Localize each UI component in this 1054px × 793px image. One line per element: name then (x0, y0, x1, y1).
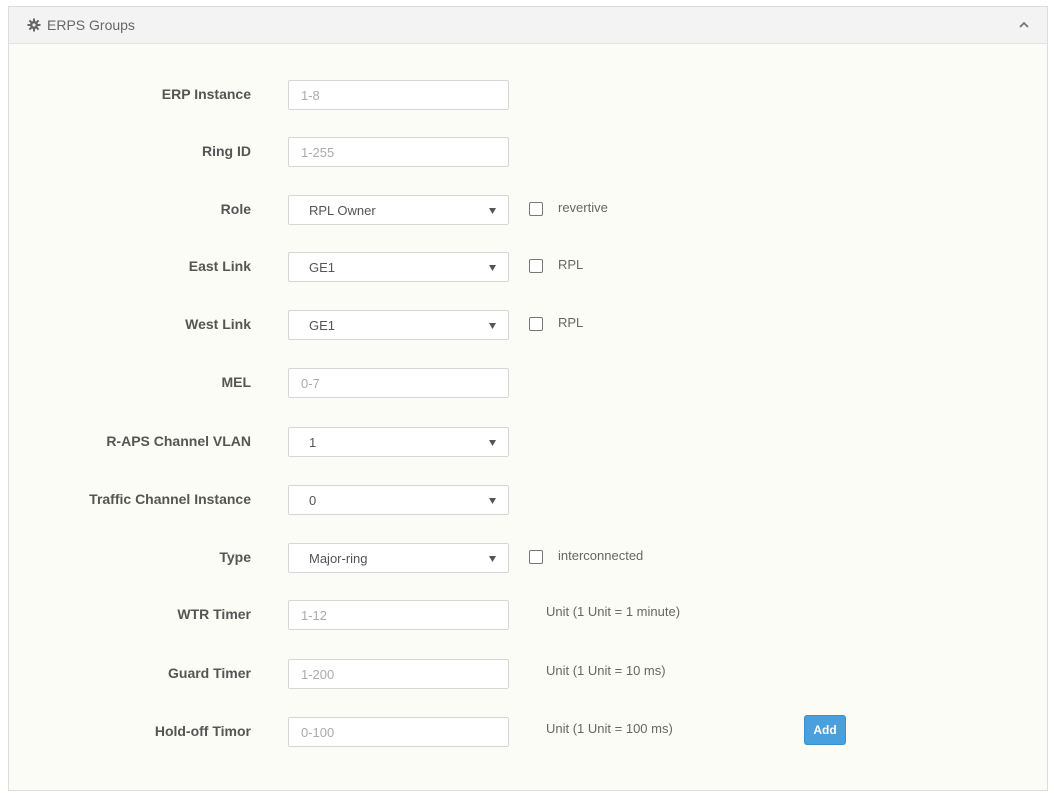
interconnected-checkbox[interactable] (529, 550, 543, 564)
raps-vlan-selected-value: 1 (309, 435, 317, 450)
west-rpl-label: RPL (558, 315, 584, 330)
raps-vlan-row: R-APS Channel VLAN 1 (9, 427, 1049, 457)
east-link-row: East Link GE1 RPL (9, 252, 1049, 282)
revertive-label: revertive (558, 200, 608, 215)
holdoff-timer-label: Hold-off Timor (154, 723, 251, 739)
traffic-instance-label: Traffic Channel Instance (89, 491, 251, 507)
holdoff-timer-input[interactable] (288, 717, 509, 747)
caret-down-icon (489, 498, 496, 504)
west-rpl-checkbox[interactable] (529, 317, 543, 331)
guard-timer-unit: Unit (1 Unit = 10 ms) (546, 663, 666, 678)
role-label: Role (220, 201, 251, 217)
type-row: Type Major-ring interconnected (9, 543, 1049, 573)
caret-down-icon (489, 323, 496, 329)
type-selected-value: Major-ring (309, 551, 368, 566)
erp-instance-label: ERP Instance (161, 86, 251, 102)
gear-icon (27, 18, 41, 32)
erp-instance-input[interactable] (288, 80, 509, 110)
traffic-instance-select[interactable]: 0 (288, 485, 509, 515)
type-label: Type (219, 549, 251, 565)
interconnected-label: interconnected (558, 548, 644, 563)
west-link-selected-value: GE1 (309, 318, 336, 333)
raps-vlan-label: R-APS Channel VLAN (106, 433, 251, 449)
caret-down-icon (489, 440, 496, 446)
east-link-selected-value: GE1 (309, 260, 336, 275)
west-link-select[interactable]: GE1 (288, 310, 509, 340)
role-selected-value: RPL Owner (309, 203, 376, 218)
holdoff-timer-row: Hold-off Timor Unit (1 Unit = 100 ms) Ad… (9, 715, 1049, 747)
wtr-timer-input[interactable] (288, 600, 509, 630)
holdoff-timer-unit: Unit (1 Unit = 100 ms) (546, 721, 673, 736)
ring-id-input[interactable] (288, 137, 509, 167)
type-select[interactable]: Major-ring (288, 543, 509, 573)
panel-title: ERPS Groups (47, 17, 135, 33)
mel-label: MEL (221, 374, 251, 390)
caret-down-icon (489, 208, 496, 214)
role-select[interactable]: RPL Owner (288, 195, 509, 225)
east-rpl-checkbox[interactable] (529, 259, 543, 273)
chevron-up-icon[interactable] (1017, 19, 1031, 31)
caret-down-icon (489, 556, 496, 562)
raps-vlan-select[interactable]: 1 (288, 427, 509, 457)
west-link-label: West Link (185, 316, 251, 332)
add-button[interactable]: Add (804, 715, 846, 745)
traffic-instance-row: Traffic Channel Instance 0 (9, 485, 1049, 515)
revertive-checkbox[interactable] (529, 202, 543, 216)
erps-groups-panel: ERPS Groups ERP Instance Ring ID Role RP… (8, 6, 1048, 791)
mel-input[interactable] (288, 368, 509, 398)
traffic-instance-selected-value: 0 (309, 493, 317, 508)
caret-down-icon (489, 265, 496, 271)
wtr-timer-label: WTR Timer (177, 606, 251, 622)
guard-timer-input[interactable] (288, 659, 509, 689)
ring-id-label: Ring ID (202, 143, 251, 159)
role-row: Role RPL Owner revertive (9, 195, 1049, 225)
east-link-label: East Link (188, 258, 251, 274)
erp-instance-row: ERP Instance (9, 80, 1049, 110)
wtr-timer-row: WTR Timer Unit (1 Unit = 1 minute) (9, 600, 1049, 630)
east-rpl-label: RPL (558, 257, 584, 272)
ring-id-row: Ring ID (9, 137, 1049, 167)
east-link-select[interactable]: GE1 (288, 252, 509, 282)
panel-header: ERPS Groups (9, 7, 1047, 44)
guard-timer-row: Guard Timer Unit (1 Unit = 10 ms) (9, 659, 1049, 689)
mel-row: MEL (9, 368, 1049, 398)
west-link-row: West Link GE1 RPL (9, 310, 1049, 340)
wtr-timer-unit: Unit (1 Unit = 1 minute) (546, 604, 681, 619)
guard-timer-label: Guard Timer (168, 665, 251, 681)
